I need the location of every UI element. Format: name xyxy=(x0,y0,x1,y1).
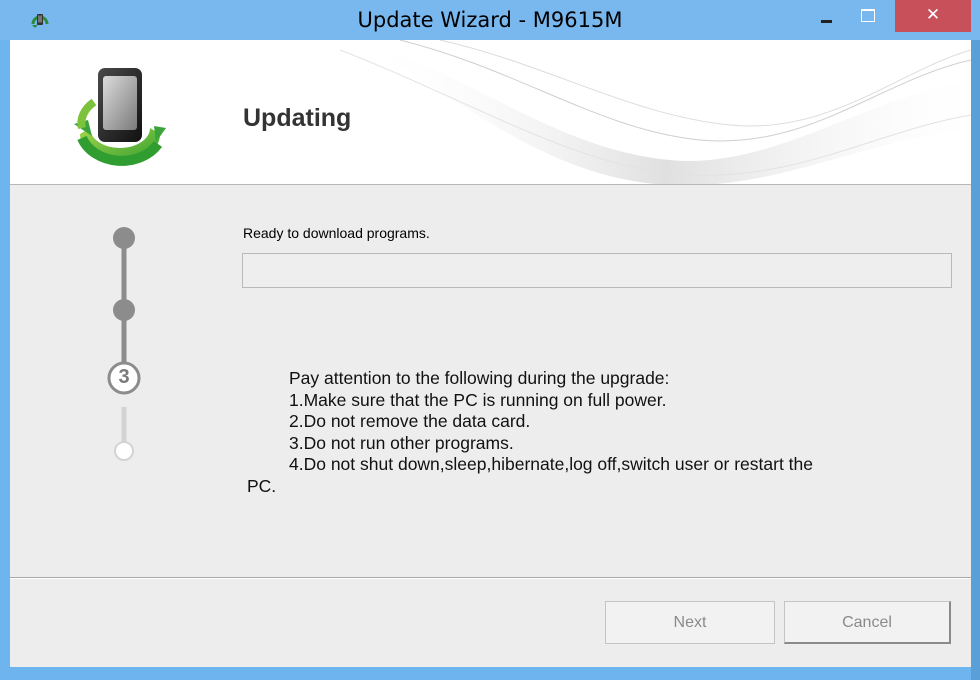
page-title: Updating xyxy=(243,104,352,132)
step-1-dot xyxy=(113,227,135,249)
note-item-continuation: PC. xyxy=(247,475,277,496)
next-button[interactable]: Next xyxy=(605,601,775,644)
wizard-header: Updating xyxy=(10,40,971,185)
upgrade-notes: Pay attention to the following during th… xyxy=(247,368,947,497)
phone-update-icon xyxy=(74,68,166,166)
step-indicator xyxy=(107,227,141,461)
minimize-button[interactable] xyxy=(813,2,839,30)
note-item: 3.Do not run other programs. xyxy=(289,432,514,453)
close-button[interactable]: ✕ xyxy=(895,0,971,32)
note-item: 2.Do not remove the data card. xyxy=(289,411,531,431)
note-item: 4.Do not shut down,sleep,hibernate,log o… xyxy=(289,454,814,474)
note-item: 1.Make sure that the PC is running on fu… xyxy=(289,389,667,410)
cancel-button[interactable]: Cancel xyxy=(784,601,951,644)
progress-bar xyxy=(242,253,952,288)
decorative-waves xyxy=(340,40,971,184)
wizard-client-area: Updating 3 Ready to download programs. P… xyxy=(10,40,971,667)
step-4-dot xyxy=(114,441,134,461)
update-wizard-window: Update Wizard - M9615M ✕ Updating 3 Read… xyxy=(0,0,980,680)
step-2-dot xyxy=(113,299,135,321)
maximize-button[interactable] xyxy=(852,2,882,30)
title-bar[interactable]: Update Wizard - M9615M ✕ xyxy=(0,0,980,40)
window-right-edge xyxy=(971,40,980,680)
footer-divider-highlight xyxy=(10,578,971,579)
status-text: Ready to download programs. xyxy=(243,225,430,241)
step-3-label: 3 xyxy=(118,366,130,388)
notes-heading: Pay attention to the following during th… xyxy=(289,368,670,388)
